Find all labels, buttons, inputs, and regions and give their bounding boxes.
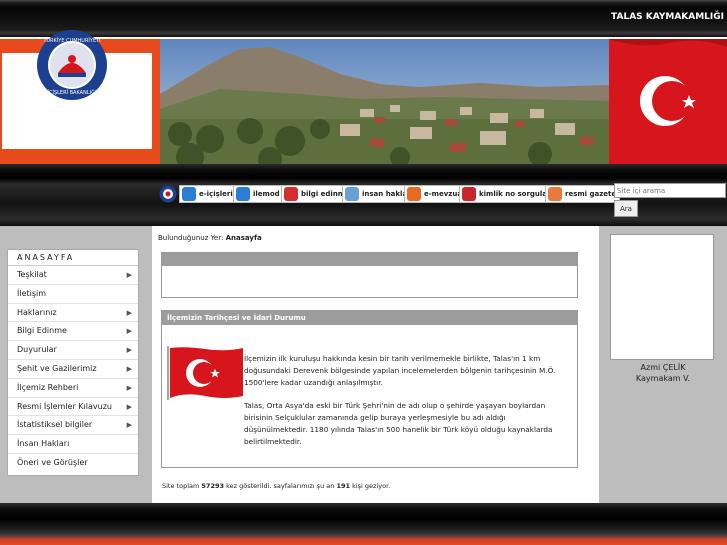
chevron-right-icon: ▶ <box>126 271 132 279</box>
town-landscape-photo <box>160 39 609 164</box>
menu-item-teskilat[interactable]: Teşkilat ▶ <box>8 266 138 285</box>
mini-seal-icon[interactable] <box>159 185 177 203</box>
info-icon <box>284 187 298 201</box>
quicklink-resmi-gazete[interactable]: resmi gazete <box>545 185 621 203</box>
menu-item-insan-haklari[interactable]: İnsan Hakları <box>8 435 138 454</box>
kaymakam-title: Kaymakam V. <box>635 374 691 383</box>
announcement-box-header <box>162 253 577 266</box>
chevron-right-icon: ▶ <box>126 327 132 336</box>
chevron-right-icon: ▶ <box>126 308 132 317</box>
article-flag-image <box>167 346 243 400</box>
top-bar: TALAS KAYMAKAMLIĞI <box>0 0 727 37</box>
total-views-count: 57293 <box>201 482 225 490</box>
ministry-seal-logo[interactable]: TÜRKİYE CUMHURİYETİ İÇİŞLERİ BAKANLIĞI <box>36 29 108 101</box>
chevron-right-icon: ▶ <box>126 402 132 411</box>
visitor-stats: Site toplam 57293 kez gösterildi. sayfal… <box>162 482 391 490</box>
chevron-right-icon: ▶ <box>126 421 132 430</box>
search-input[interactable] <box>614 183 726 198</box>
breadcrumb: Bulunduğunuz Yer: Anasayfa <box>158 234 262 242</box>
menu-item-iletisim[interactable]: İletişim <box>8 285 138 304</box>
turkish-flag-image <box>609 39 727 164</box>
search-button[interactable]: Ara <box>614 200 638 217</box>
menu-item-istatistiksel-bilgiler[interactable]: İstatistiksel bilgiler ▶ <box>8 416 138 436</box>
chevron-right-icon: ▶ <box>126 364 132 373</box>
site-title: TALAS KAYMAKAMLIĞI <box>611 12 724 22</box>
menu-item-resmi-islemler[interactable]: Resmi İşlemler Kılavuzu ▶ <box>8 398 138 417</box>
globe-icon <box>236 187 250 201</box>
id-card-icon <box>462 187 476 201</box>
menu-item-duyurular[interactable]: Duyurular ▶ <box>8 341 138 360</box>
kaymakam-name: Azmi ÇELİK <box>640 363 686 372</box>
svg-text:TÜRKİYE CUMHURİYETİ: TÜRKİYE CUMHURİYETİ <box>42 37 100 44</box>
side-menu: ANASAYFA Teşkilat ▶ İletişim Haklarınız ▶ … <box>7 249 139 476</box>
menu-item-ilcemiz-rehberi[interactable]: İlçemiz Rehberi ▶ <box>8 379 138 398</box>
svg-text:İÇİŞLERİ BAKANLIĞI: İÇİŞLERİ BAKANLIĞI <box>48 89 97 96</box>
menu-item-bilgi-edinme[interactable]: Bilgi Edinme ▶ <box>8 322 138 342</box>
announcement-box <box>161 252 578 298</box>
article-title: İlçemizin Tarihçesi ve İdari Durumu <box>162 311 577 325</box>
newspaper-icon <box>548 187 562 201</box>
chevron-right-icon: ▶ <box>126 383 132 392</box>
chevron-right-icon: ▶ <box>126 346 132 355</box>
scales-icon <box>345 187 359 201</box>
quicklink-e-icisleri[interactable]: e-içişleri <box>179 185 237 203</box>
kaymakam-caption: Azmi ÇELİK Kaymakam V. <box>599 362 727 384</box>
book-icon <box>407 187 421 201</box>
online-visitors-count: 191 <box>336 482 351 490</box>
menu-item-haklariniz[interactable]: Haklarınız ▶ <box>8 304 138 323</box>
breadcrumb-current[interactable]: Anasayfa <box>226 234 262 242</box>
menu-home-link[interactable]: ANASAYFA <box>8 250 138 266</box>
globe-icon <box>182 187 196 201</box>
quicklink-ilemod[interactable]: ilemod <box>233 185 284 203</box>
kaymakam-photo <box>610 234 714 360</box>
menu-item-sehit-gaziler[interactable]: Şehit ve Gazilerimiz ▶ <box>8 360 138 379</box>
article-paragraph: Talas, Orta Asya'da eski bir Türk Şehri'… <box>244 401 553 446</box>
footer-bar <box>0 503 727 545</box>
menu-item-oneri-gorusler[interactable]: Öneri ve Görüşler <box>8 454 138 473</box>
article-paragraph: İlçemizin ilk kuruluşu hakkında kesin bi… <box>244 354 556 387</box>
